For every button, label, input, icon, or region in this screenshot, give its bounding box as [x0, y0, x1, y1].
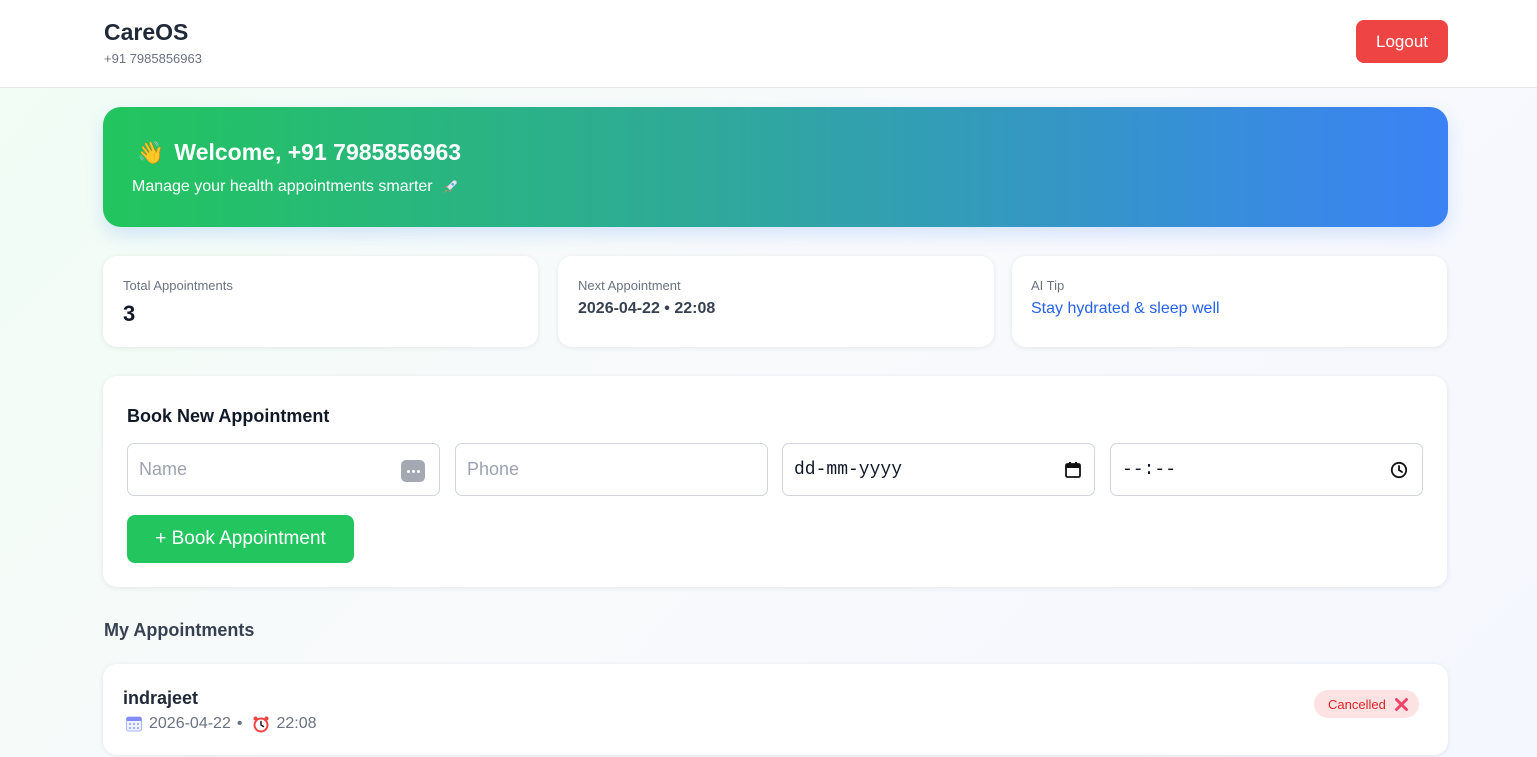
user-phone: +91 7985856963 [104, 51, 202, 66]
welcome-text: Welcome, +91 7985856963 [174, 139, 462, 165]
alarm-clock-icon [253, 716, 269, 733]
appointment-date: 2026-04-22 [149, 715, 231, 732]
appointment-time: 22:08 [276, 715, 317, 732]
ai-tip-value: Stay hydrated & sleep well [1031, 300, 1220, 317]
brand: CareOS +91 7985856963 [104, 19, 202, 66]
calendar-icon [126, 716, 142, 732]
time-placeholder: --:-- [1122, 459, 1177, 480]
welcome-banner: 👋 Welcome, +91 7985856963 Manage your he… [103, 107, 1448, 227]
meta-separator: • [236, 715, 243, 732]
time-input[interactable]: --:-- [1110, 443, 1423, 496]
status-text: Cancelled [1328, 696, 1386, 712]
welcome-heading: 👋 Welcome, +91 7985856963 [137, 139, 461, 166]
ai-tip-label: AI Tip [1031, 278, 1065, 293]
appointment-meta: 2026-04-22 • 22:08 [125, 715, 317, 733]
app-title: CareOS [104, 19, 189, 45]
calendar-icon[interactable] [1064, 461, 1082, 479]
name-input[interactable]: Name [127, 443, 440, 496]
booking-form-card: Book New Appointment Name Phone dd-mm-yy… [103, 376, 1447, 587]
top-navbar: CareOS +91 7985856963 Logout [0, 0, 1537, 88]
welcome-subtitle: Manage your health appointments smarter [132, 178, 459, 196]
next-appointment-value: 2026-04-22 • 22:08 [578, 300, 716, 317]
cross-mark-icon [1394, 697, 1408, 711]
stat-card-next: Next Appointment 2026-04-22 • 22:08 [558, 256, 994, 347]
total-appointments-value: 3 [123, 301, 136, 326]
logout-button[interactable]: Logout [1356, 20, 1448, 63]
phone-placeholder: Phone [467, 459, 520, 479]
my-appointments-heading: My Appointments [104, 620, 255, 640]
booking-title: Book New Appointment [127, 406, 330, 426]
name-placeholder: Name [139, 459, 188, 479]
phone-input[interactable]: Phone [455, 443, 768, 496]
status-badge: Cancelled [1314, 690, 1419, 718]
total-appointments-label: Total Appointments [123, 278, 233, 293]
subtitle-text: Manage your health appointments smarter [132, 178, 433, 195]
book-appointment-button[interactable]: + Book Appointment [127, 515, 354, 563]
password-manager-icon[interactable] [401, 460, 425, 482]
clock-icon[interactable] [1390, 461, 1408, 479]
date-placeholder: dd-mm-yyyy [794, 459, 903, 480]
date-input[interactable]: dd-mm-yyyy [782, 443, 1095, 496]
appointment-patient-name: indrajeet [123, 688, 199, 708]
stat-card-tip: AI Tip Stay hydrated & sleep well [1012, 256, 1447, 347]
next-appointment-label: Next Appointment [578, 278, 681, 293]
rocket-icon [443, 180, 457, 194]
waving-hand-icon: 👋 [137, 139, 165, 165]
stat-card-total: Total Appointments 3 [103, 256, 538, 347]
appointment-item: indrajeet 2026-04-22 • 22:08 Cancelled [103, 664, 1448, 755]
